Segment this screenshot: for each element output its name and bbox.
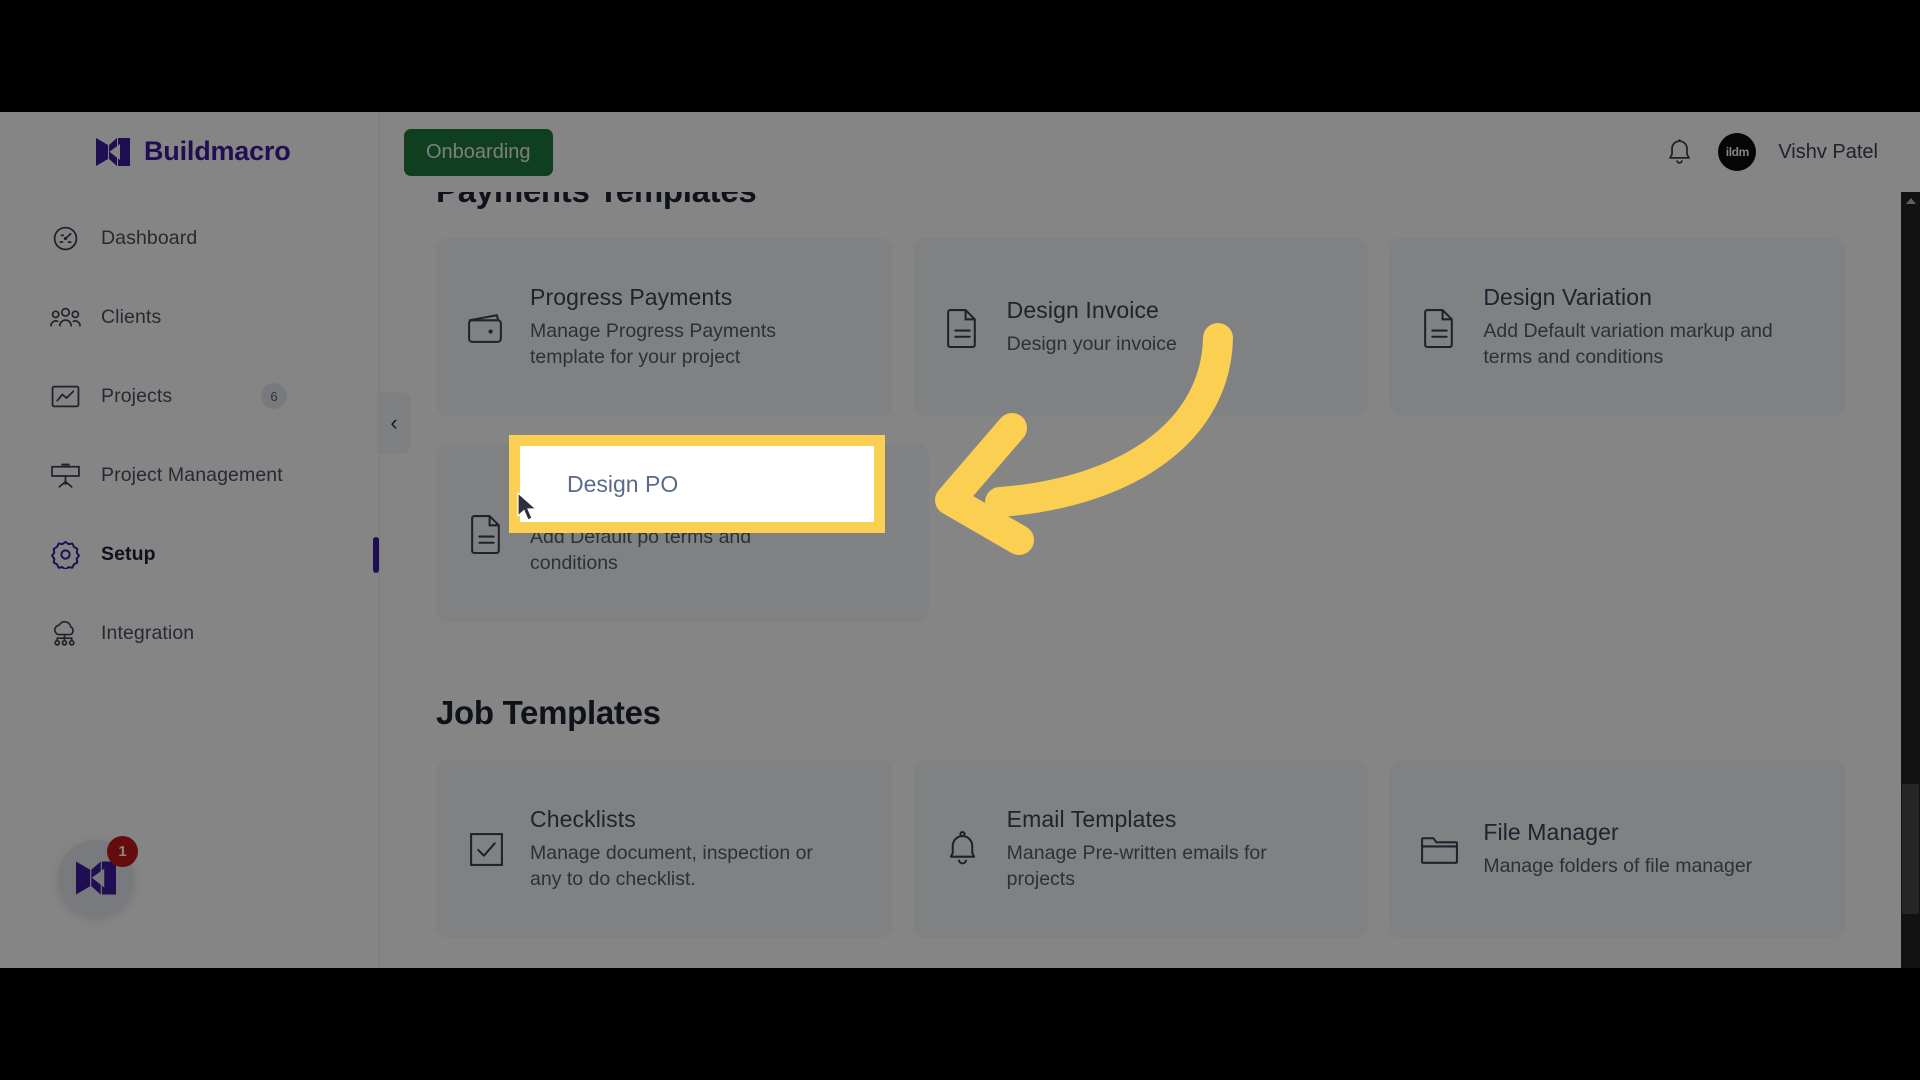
scroll-thumb[interactable] (1902, 784, 1919, 914)
gear-icon (48, 539, 82, 569)
fab-notification-badge: 1 (107, 836, 138, 867)
header-right-group: ildm Vishv Patel (1662, 133, 1920, 171)
buildmacro-m-logo-icon (76, 861, 116, 895)
card-title: Checklists (530, 805, 636, 832)
wallet-icon (464, 304, 508, 350)
sidebar-item-setup[interactable]: Setup (0, 529, 379, 579)
sidebar-collapse-button[interactable]: ‹ (377, 392, 411, 454)
sidebar-item-projects[interactable]: Projects 6 (0, 371, 379, 421)
card-title: Design Invoice (1006, 296, 1159, 323)
sidebar-item-integration[interactable]: Integration (0, 608, 379, 658)
card-checklists[interactable]: Checklists Manage document, inspection o… (436, 760, 892, 938)
sidebar-item-label: Dashboard (101, 226, 198, 249)
card-text: Checklists Manage document, inspection o… (530, 806, 820, 893)
document-lines-icon (1417, 304, 1461, 350)
sidebar-item-clients[interactable]: Clients (0, 292, 379, 342)
brand-name: Buildmacro (144, 136, 291, 166)
card-progress-payments[interactable]: Progress Payments Manage Progress Paymen… (436, 238, 892, 416)
card-design-variation[interactable]: Design Variation Add Default variation m… (1389, 238, 1846, 416)
speedometer-icon (48, 223, 82, 253)
card-desc: Add Default variation markup and terms a… (1483, 319, 1773, 368)
card-title: Email Templates (1006, 805, 1177, 832)
job-section-title: Job Templates (436, 694, 661, 731)
mouse-pointer-icon (517, 492, 538, 521)
user-name[interactable]: Vishv Patel (1778, 141, 1878, 164)
card-desc: Manage Progress Payments template for yo… (530, 319, 777, 368)
checkbox-check-icon (464, 826, 508, 872)
card-text: Design Invoice Design your invoice (1007, 297, 1177, 357)
card-text: Progress Payments Manage Progress Paymen… (530, 284, 820, 371)
avatar[interactable]: ildm (1718, 133, 1757, 171)
job-card-row: Checklists Manage document, inspection o… (436, 760, 1846, 938)
vertical-scrollbar[interactable] (1901, 192, 1920, 968)
sidebar-nav: Dashboard Clients Projects 6 Project Man… (0, 213, 379, 658)
scroll-up-arrow-icon[interactable] (1901, 192, 1920, 209)
screenshot-stage: Buildmacro Dashboard Clients Projects 6 … (0, 0, 1920, 1080)
bell-icon (941, 826, 985, 872)
app-viewport: Buildmacro Dashboard Clients Projects 6 … (0, 112, 1920, 968)
grid-spacer (1408, 444, 1845, 622)
buildmacro-m-logo-icon (96, 137, 130, 167)
folder-icon (1417, 826, 1461, 872)
document-lines-icon (941, 304, 985, 350)
chart-box-icon (48, 381, 82, 411)
card-desc: Manage document, inspection or any to do… (530, 841, 813, 890)
sidebar-item-label: Integration (101, 621, 195, 644)
card-design-invoice[interactable]: Design Invoice Design your invoice (912, 238, 1369, 416)
card-text: File Manager Manage folders of file mana… (1483, 819, 1752, 879)
card-file-manager[interactable]: File Manager Manage folders of file mana… (1389, 760, 1846, 938)
card-email-templates[interactable]: Email Templates Manage Pre-written email… (912, 760, 1369, 938)
card-desc: Design your invoice (1006, 332, 1177, 355)
top-header: Onboarding ildm Vishv Patel (380, 112, 1920, 192)
grid-spacer (950, 444, 1387, 622)
highlight-target-title: Design PO (567, 470, 679, 497)
payments-card-row-1: Progress Payments Manage Progress Paymen… (436, 238, 1846, 416)
card-text: Design Variation Add Default variation m… (1483, 284, 1773, 371)
document-lines-icon (464, 510, 508, 556)
card-desc: Manage folders of file manager (1483, 854, 1753, 877)
bell-icon[interactable] (1662, 135, 1696, 169)
people-group-icon (48, 302, 82, 332)
card-text: Email Templates Manage Pre-written email… (1007, 806, 1297, 893)
sidebar-item-label: Setup (101, 542, 156, 565)
chevron-left-icon: ‹ (390, 410, 398, 435)
active-indicator-bar (373, 537, 379, 573)
sidebar-item-label: Projects (101, 384, 173, 407)
card-title: Design Variation (1483, 283, 1652, 310)
presentation-board-icon (48, 460, 82, 490)
support-fab-button[interactable]: 1 (58, 836, 138, 916)
sidebar-item-label: Clients (101, 305, 162, 328)
sidebar-item-dashboard[interactable]: Dashboard (0, 213, 379, 263)
onboarding-button[interactable]: Onboarding (404, 128, 553, 176)
main-content: Payments Templates Progress Payments Man… (380, 172, 1901, 968)
card-title: Progress Payments (530, 283, 733, 310)
highlight-callout-box: Design PO (509, 435, 885, 533)
sidebar-item-project-management[interactable]: Project Management (0, 450, 379, 500)
sidebar-item-label: Project Management (101, 463, 283, 486)
brand[interactable]: Buildmacro (0, 112, 379, 167)
card-desc: Manage Pre-written emails for projects (1006, 841, 1267, 890)
sidebar: Buildmacro Dashboard Clients Projects 6 … (0, 112, 380, 968)
cloud-network-icon (48, 618, 82, 648)
card-title: File Manager (1483, 818, 1619, 845)
projects-count-badge: 6 (261, 383, 287, 409)
